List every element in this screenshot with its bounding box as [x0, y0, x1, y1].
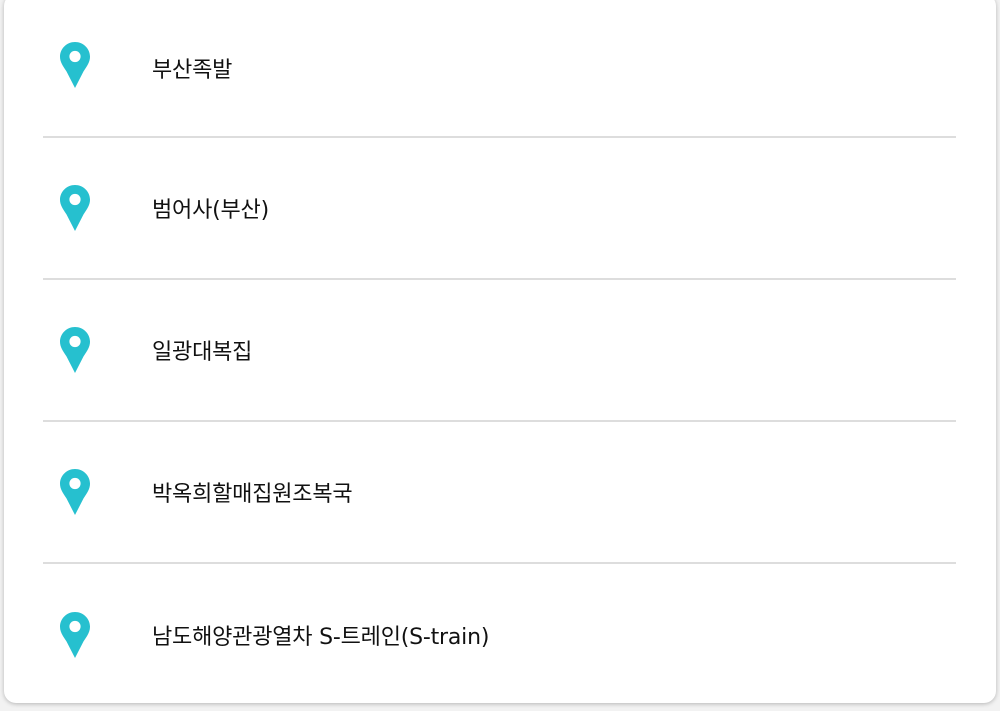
list-item[interactable]: 남도해양관광열차 S-트레인(S-train) — [43, 564, 956, 706]
place-name: 일광대복집 — [152, 340, 253, 365]
place-list-card: 부산족발 범어사(부산) 일광대복집 박옥희할매집원조복국 남도해양관광열차 S… — [4, 0, 996, 703]
list-item[interactable]: 부산족발 — [43, 0, 956, 138]
place-name: 박옥희할매집원조복국 — [152, 482, 353, 507]
place-name: 부산족발 — [152, 58, 233, 83]
place-name: 범어사(부산) — [152, 198, 269, 223]
list-item[interactable]: 일광대복집 — [43, 280, 956, 422]
place-list: 부산족발 범어사(부산) 일광대복집 박옥희할매집원조복국 남도해양관광열차 S… — [43, 0, 956, 706]
list-item[interactable]: 박옥희할매집원조복국 — [43, 422, 956, 564]
list-item[interactable]: 범어사(부산) — [43, 138, 956, 280]
place-name: 남도해양관광열차 S-트레인(S-train) — [152, 625, 490, 650]
